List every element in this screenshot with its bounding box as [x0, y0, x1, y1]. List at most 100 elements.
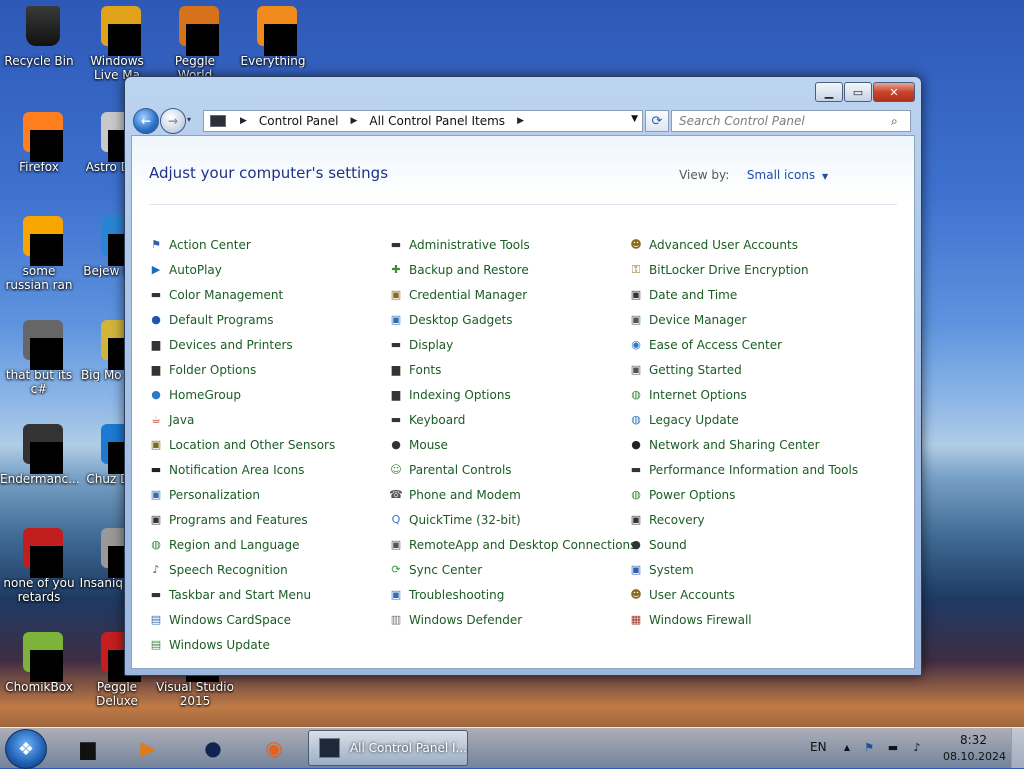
- search-box[interactable]: ⌕: [671, 110, 911, 132]
- control-panel-item[interactable]: ▣ Programs and Features: [149, 507, 389, 532]
- control-panel-item-label[interactable]: AutoPlay: [169, 263, 222, 277]
- desktop-icon[interactable]: Peggle World: [156, 4, 234, 82]
- control-panel-item-label[interactable]: User Accounts: [649, 588, 735, 602]
- control-panel-item[interactable]: ▣ Device Manager: [629, 307, 869, 332]
- control-panel-item[interactable]: ✚ Backup and Restore: [389, 257, 629, 282]
- refresh-button[interactable]: ⟳: [645, 110, 669, 132]
- app-globe-icon[interactable]: ●: [193, 732, 233, 764]
- language-indicator[interactable]: EN: [810, 740, 827, 754]
- control-panel-item[interactable]: ⚿ BitLocker Drive Encryption: [629, 257, 869, 282]
- control-panel-window[interactable]: ▁ ▭ ✕ ← → ▾ ▶ Control Panel ▶ All Contro…: [124, 76, 922, 676]
- control-panel-item-label[interactable]: HomeGroup: [169, 388, 241, 402]
- control-panel-item-label[interactable]: Region and Language: [169, 538, 300, 552]
- breadcrumb-separator[interactable]: ▶: [240, 116, 247, 126]
- control-panel-item-label[interactable]: Action Center: [169, 238, 251, 252]
- control-panel-item[interactable]: ▣ Location and Other Sensors: [149, 432, 389, 457]
- control-panel-item[interactable]: ▣ Troubleshooting: [389, 582, 629, 607]
- control-panel-item[interactable]: ▣ Getting Started: [629, 357, 869, 382]
- control-panel-item-label[interactable]: System: [649, 563, 694, 577]
- control-panel-item-label[interactable]: Keyboard: [409, 413, 465, 427]
- firefox-icon[interactable]: ◉: [254, 732, 294, 764]
- control-panel-item-label[interactable]: Internet Options: [649, 388, 747, 402]
- recent-pages-dropdown[interactable]: ▾: [187, 115, 197, 127]
- volume-icon[interactable]: ♪: [910, 741, 924, 755]
- breadcrumb-separator[interactable]: ▶: [517, 116, 524, 126]
- address-bar[interactable]: ▶ Control Panel ▶ All Control Panel Item…: [203, 110, 643, 132]
- search-icon[interactable]: ⌕: [891, 114, 898, 129]
- network-icon[interactable]: ▬: [886, 741, 900, 755]
- control-panel-item-label[interactable]: Device Manager: [649, 313, 746, 327]
- control-panel-item[interactable]: ☕ Java: [149, 407, 389, 432]
- control-panel-item[interactable]: ▬ Taskbar and Start Menu: [149, 582, 389, 607]
- search-input[interactable]: [672, 113, 887, 129]
- breadcrumb-all-items[interactable]: All Control Panel Items: [365, 114, 509, 128]
- control-panel-item[interactable]: ▣ System: [629, 557, 869, 582]
- control-panel-item[interactable]: ▬ Performance Information and Tools: [629, 457, 869, 482]
- control-panel-item-label[interactable]: Windows Firewall: [649, 613, 752, 627]
- control-panel-item[interactable]: ♪ Speech Recognition: [149, 557, 389, 582]
- control-panel-item-label[interactable]: Speech Recognition: [169, 563, 288, 577]
- desktop-icon[interactable]: some russian ran a rat: [0, 214, 78, 292]
- control-panel-item[interactable]: ▦ Windows Firewall: [629, 607, 869, 632]
- control-panel-item[interactable]: ▥ Windows Defender: [389, 607, 629, 632]
- control-panel-item-label[interactable]: Notification Area Icons: [169, 463, 304, 477]
- breadcrumb-control-panel[interactable]: Control Panel: [255, 114, 343, 128]
- control-panel-item-label[interactable]: Network and Sharing Center: [649, 438, 820, 452]
- control-panel-item-label[interactable]: Windows CardSpace: [169, 613, 291, 627]
- control-panel-item-label[interactable]: Credential Manager: [409, 288, 527, 302]
- desktop-icon[interactable]: that but its c#: [0, 318, 78, 396]
- back-button[interactable]: ←: [133, 108, 159, 134]
- control-panel-item-label[interactable]: Windows Defender: [409, 613, 522, 627]
- control-panel-item-label[interactable]: Desktop Gadgets: [409, 313, 513, 327]
- control-panel-item[interactable]: ▆ Fonts: [389, 357, 629, 382]
- control-panel-item[interactable]: ▆ Devices and Printers: [149, 332, 389, 357]
- desktop-icon[interactable]: Recycle Bin: [0, 4, 78, 68]
- view-by-dropdown[interactable]: Small icons ▼: [747, 168, 832, 182]
- control-panel-item[interactable]: ☺ Parental Controls: [389, 457, 629, 482]
- control-panel-item-label[interactable]: Display: [409, 338, 453, 352]
- close-button[interactable]: ✕: [873, 82, 915, 102]
- control-panel-item-label[interactable]: Advanced User Accounts: [649, 238, 798, 252]
- control-panel-item-label[interactable]: Phone and Modem: [409, 488, 521, 502]
- control-panel-item-label[interactable]: Parental Controls: [409, 463, 512, 477]
- control-panel-item-label[interactable]: Legacy Update: [649, 413, 739, 427]
- control-panel-item[interactable]: ▣ Date and Time: [629, 282, 869, 307]
- media-player-icon[interactable]: ▶: [128, 732, 168, 764]
- control-panel-item-label[interactable]: Sync Center: [409, 563, 482, 577]
- control-panel-item[interactable]: ☻ User Accounts: [629, 582, 869, 607]
- address-dropdown-icon[interactable]: ▼: [631, 114, 638, 124]
- chevron-down-icon[interactable]: ▼: [822, 172, 828, 181]
- control-panel-item[interactable]: ▆ Folder Options: [149, 357, 389, 382]
- control-panel-item[interactable]: ◍ Region and Language: [149, 532, 389, 557]
- control-panel-item[interactable]: ● Sound: [629, 532, 869, 557]
- control-panel-item[interactable]: ◉ Ease of Access Center: [629, 332, 869, 357]
- control-panel-item[interactable]: ▬ Keyboard: [389, 407, 629, 432]
- explorer-icon[interactable]: ▆: [68, 732, 108, 764]
- control-panel-item[interactable]: ◍ Power Options: [629, 482, 869, 507]
- control-panel-item[interactable]: ● Default Programs: [149, 307, 389, 332]
- control-panel-item[interactable]: ▶ AutoPlay: [149, 257, 389, 282]
- control-panel-item[interactable]: ⚑ Action Center: [149, 232, 389, 257]
- control-panel-item-label[interactable]: BitLocker Drive Encryption: [649, 263, 809, 277]
- control-panel-item-label[interactable]: QuickTime (32-bit): [409, 513, 521, 527]
- maximize-button[interactable]: ▭: [844, 82, 872, 102]
- control-panel-item-label[interactable]: Java: [169, 413, 194, 427]
- control-panel-item[interactable]: ▬ Display: [389, 332, 629, 357]
- control-panel-item[interactable]: ● Network and Sharing Center: [629, 432, 869, 457]
- minimize-button[interactable]: ▁: [815, 82, 843, 102]
- control-panel-item[interactable]: ▬ Administrative Tools: [389, 232, 629, 257]
- desktop-icon[interactable]: ChomikBox: [0, 630, 78, 694]
- control-panel-item-label[interactable]: Sound: [649, 538, 687, 552]
- control-panel-item-label[interactable]: Location and Other Sensors: [169, 438, 335, 452]
- control-panel-item-label[interactable]: Devices and Printers: [169, 338, 293, 352]
- control-panel-item[interactable]: ☎ Phone and Modem: [389, 482, 629, 507]
- forward-button[interactable]: →: [160, 108, 186, 134]
- control-panel-item-label[interactable]: Power Options: [649, 488, 735, 502]
- control-panel-item-label[interactable]: Folder Options: [169, 363, 256, 377]
- control-panel-item[interactable]: ▤ Windows Update: [149, 632, 389, 657]
- desktop-icon[interactable]: Firefox: [0, 110, 78, 174]
- control-panel-item-label[interactable]: Getting Started: [649, 363, 742, 377]
- control-panel-item[interactable]: ▣ Personalization: [149, 482, 389, 507]
- control-panel-item[interactable]: ▆ Indexing Options: [389, 382, 629, 407]
- control-panel-item[interactable]: ● HomeGroup: [149, 382, 389, 407]
